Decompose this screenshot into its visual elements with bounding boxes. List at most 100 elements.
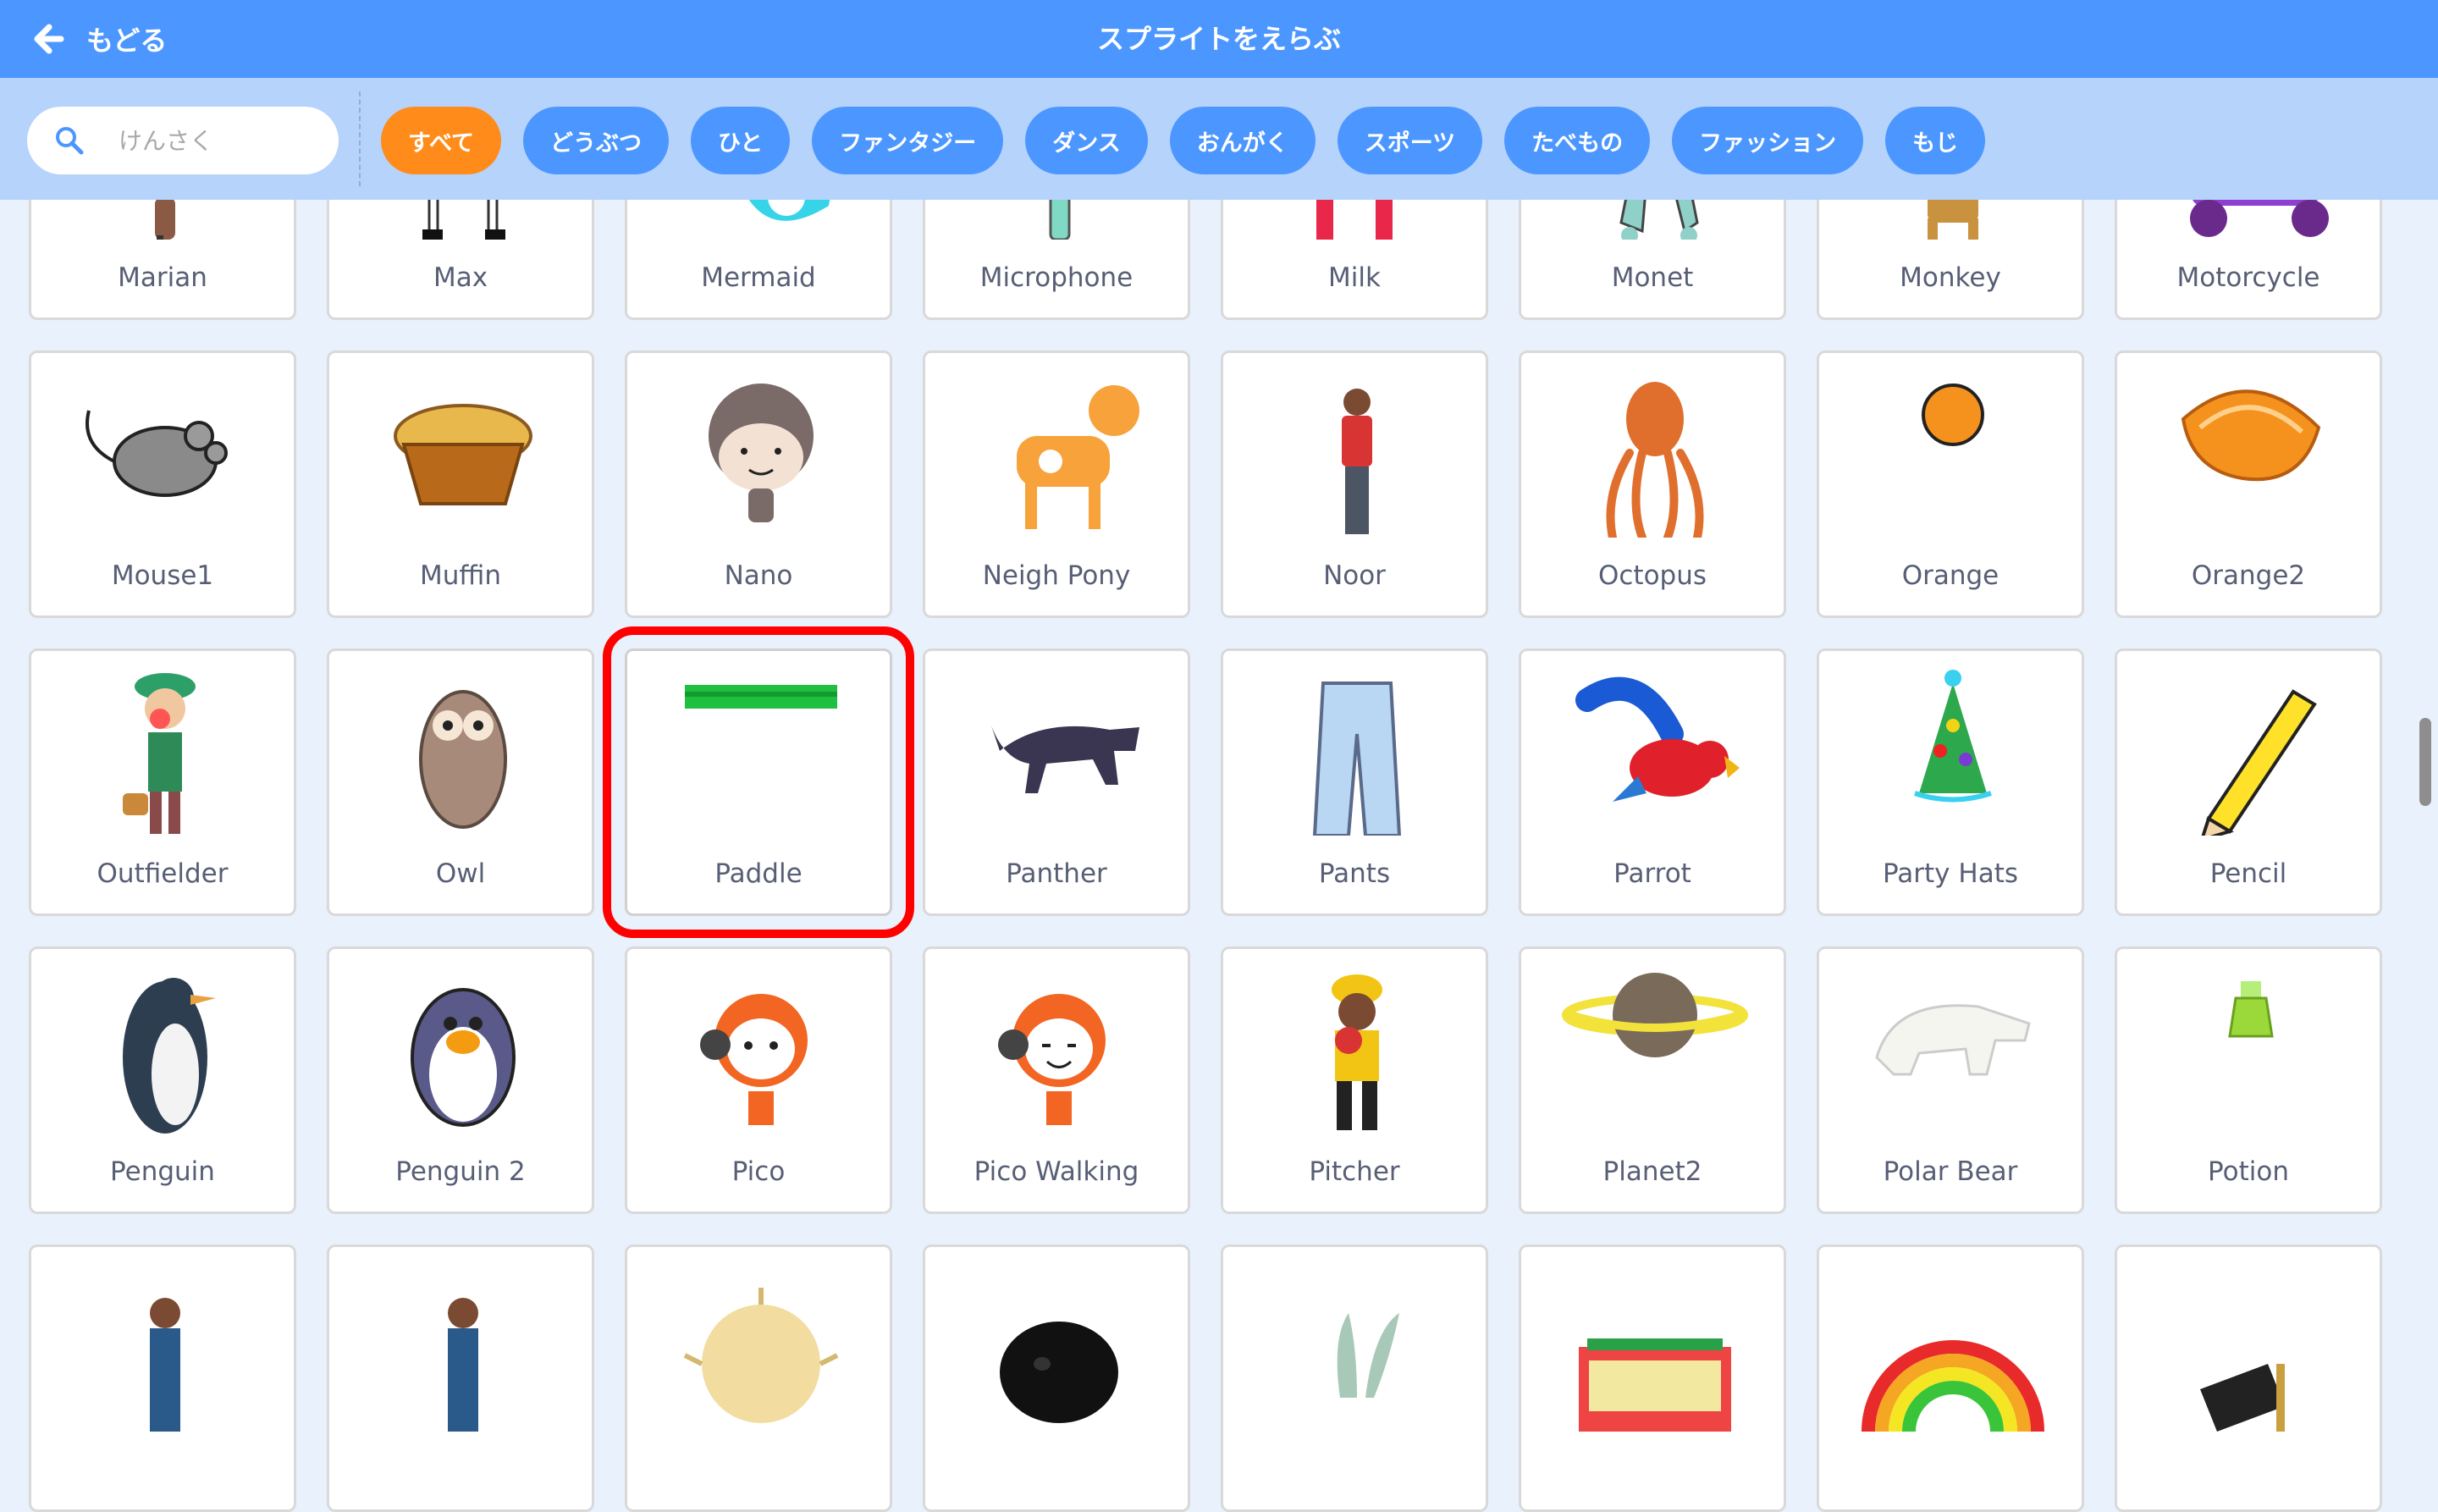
sprite-name: Monet <box>1611 262 1694 293</box>
parrot-icon <box>1575 676 1740 802</box>
tag-5[interactable]: おんがく <box>1169 107 1316 174</box>
sprite-card[interactable]: Panther <box>923 648 1190 916</box>
sprite-card[interactable]: Planet2 <box>1519 946 1786 1214</box>
noor-icon <box>1342 389 1372 534</box>
sprite-card[interactable]: Neigh Pony <box>923 350 1190 618</box>
owl-icon <box>419 690 507 829</box>
divider <box>359 91 361 186</box>
sprite-name: Noor <box>1323 560 1386 591</box>
orange-slice-icon <box>2181 389 2321 482</box>
tag-2[interactable]: ひと <box>691 107 791 174</box>
sprite-name: Monkey <box>1900 262 2001 293</box>
sprite-card[interactable]: Octopus <box>1519 350 1786 618</box>
page-title: スプライトをえらぶ <box>1096 23 1341 55</box>
sprite-card[interactable]: Orange2 <box>2115 350 2382 618</box>
sprite-card[interactable] <box>327 1244 594 1512</box>
octopus-icon <box>1606 382 1704 538</box>
tag-9[interactable]: もじ <box>1885 107 1986 174</box>
sprite-card[interactable]: Polar Bear <box>1817 946 2084 1214</box>
pitcher-icon <box>1332 974 1382 1130</box>
sprite-name: Max <box>433 262 488 293</box>
sprite-name: Pitcher <box>1309 1156 1400 1187</box>
sprite-card[interactable]: Penguin 2 <box>327 946 594 1214</box>
sprite-name: Penguin <box>110 1156 215 1187</box>
sprite-name: Orange <box>1901 560 1999 591</box>
pants-icon <box>1312 682 1402 836</box>
panther-icon <box>991 726 1139 793</box>
sprite-name: Mermaid <box>701 262 816 293</box>
tag-3[interactable]: ファンタジー <box>812 107 1004 174</box>
puppy-icon <box>1000 1322 1118 1423</box>
sprite-name: Motorcycle <box>2176 262 2320 293</box>
sprite-name: Nano <box>724 560 793 591</box>
tag-list: すべて どうぶつ ひと ファンタジー ダンス おんがく スポーツ たべもの ファッション もじ <box>381 107 1986 174</box>
sprite-name: Polar Bear <box>1883 1156 2018 1187</box>
sprite-card[interactable]: Pitcher <box>1221 946 1488 1214</box>
search-box[interactable] <box>27 107 339 174</box>
rainbow-icon <box>1862 1340 2044 1432</box>
sprite-card[interactable] <box>1519 1244 1786 1512</box>
sprite-name: Microphone <box>979 262 1134 293</box>
sprite-card[interactable] <box>625 1244 892 1512</box>
tag-0[interactable]: すべて <box>381 107 502 174</box>
filter-bar: すべてどうぶつひとファンタジーダンスおんがくスポーツたべものファッションもじ <box>0 78 2438 200</box>
tag-8[interactable]: ファッション <box>1672 107 1864 174</box>
sprite-card[interactable]: Potion <box>2115 946 2382 1214</box>
nano-icon <box>709 384 814 522</box>
sprite-card[interactable]: Pencil <box>2115 648 2382 916</box>
sprite-name: Potion <box>2208 1156 2289 1187</box>
sprite-card[interactable] <box>29 1244 296 1512</box>
sprite-card[interactable]: Outfielder <box>29 648 296 916</box>
sprite-card[interactable]: Pants <box>1221 648 1488 916</box>
penguin2-icon <box>411 988 516 1127</box>
paddle-icon <box>685 685 837 709</box>
sprite-card[interactable]: Party Hats <box>1817 648 2084 916</box>
sprite-card[interactable]: Nano <box>625 350 892 618</box>
pufferfish-icon <box>683 1288 839 1423</box>
sprite-name: Pico <box>731 1156 786 1187</box>
flag-icon <box>2200 1364 2285 1432</box>
sprite-name: Milk <box>1328 262 1381 293</box>
sprite-card[interactable] <box>1817 1244 2084 1512</box>
radio-icon <box>1579 1338 1731 1432</box>
party-hat-icon <box>1914 670 1992 803</box>
sprite-name: Pico Walking <box>974 1156 1139 1187</box>
pico-icon <box>700 994 808 1125</box>
sprite-card[interactable]: Muffin <box>327 350 594 618</box>
planet-icon <box>1562 973 1748 1057</box>
sprite-card[interactable]: Mouse1 <box>29 350 296 618</box>
tag-1[interactable]: どうぶつ <box>523 107 670 174</box>
sprite-card[interactable]: Penguin <box>29 946 296 1214</box>
search-input[interactable] <box>117 125 332 156</box>
pencil-icon <box>2201 689 2317 836</box>
sprite-card[interactable] <box>2115 1244 2382 1512</box>
sprite-name: Neigh Pony <box>982 560 1131 591</box>
sprite-card[interactable]: Owl <box>327 648 594 916</box>
scrollbar-thumb[interactable] <box>2419 718 2431 806</box>
sprite-name: Planet2 <box>1602 1156 1702 1187</box>
sprite-grid: Marian Max Mermaid Microphone Milk Monet Monke… <box>29 52 2382 1512</box>
sprite-name: Penguin 2 <box>395 1156 526 1187</box>
outfielder-icon <box>123 673 196 834</box>
rabbit-icon <box>1337 1313 1399 1398</box>
sprite-card[interactable] <box>1221 1244 1488 1512</box>
sprite-name: Marian <box>118 262 207 293</box>
sprite-name: Party Hats <box>1882 858 2018 889</box>
sprite-card[interactable]: Parrot <box>1519 648 1786 916</box>
tag-4[interactable]: ダンス <box>1025 107 1148 174</box>
orange-icon <box>1922 384 1984 446</box>
sprite-card[interactable]: Noor <box>1221 350 1488 618</box>
sprite-card[interactable] <box>923 1244 1190 1512</box>
sprite-name: Muffin <box>419 560 501 591</box>
sprite-name: Octopus <box>1597 560 1707 591</box>
sprite-card[interactable]: Orange <box>1817 350 2084 618</box>
sprite-card[interactable]: Pico <box>625 946 892 1214</box>
tag-6[interactable]: スポーツ <box>1337 107 1483 174</box>
sprite-name: Owl <box>435 858 486 889</box>
header-bar: もどる スプライトをえらぶ <box>0 0 2438 78</box>
sprite-name: Pants <box>1318 858 1391 889</box>
penguin-icon <box>123 978 216 1134</box>
tag-7[interactable]: たべもの <box>1504 107 1651 174</box>
sprite-card[interactable]: Pico Walking <box>923 946 1190 1214</box>
sprite-card[interactable]: Paddle <box>603 626 914 938</box>
